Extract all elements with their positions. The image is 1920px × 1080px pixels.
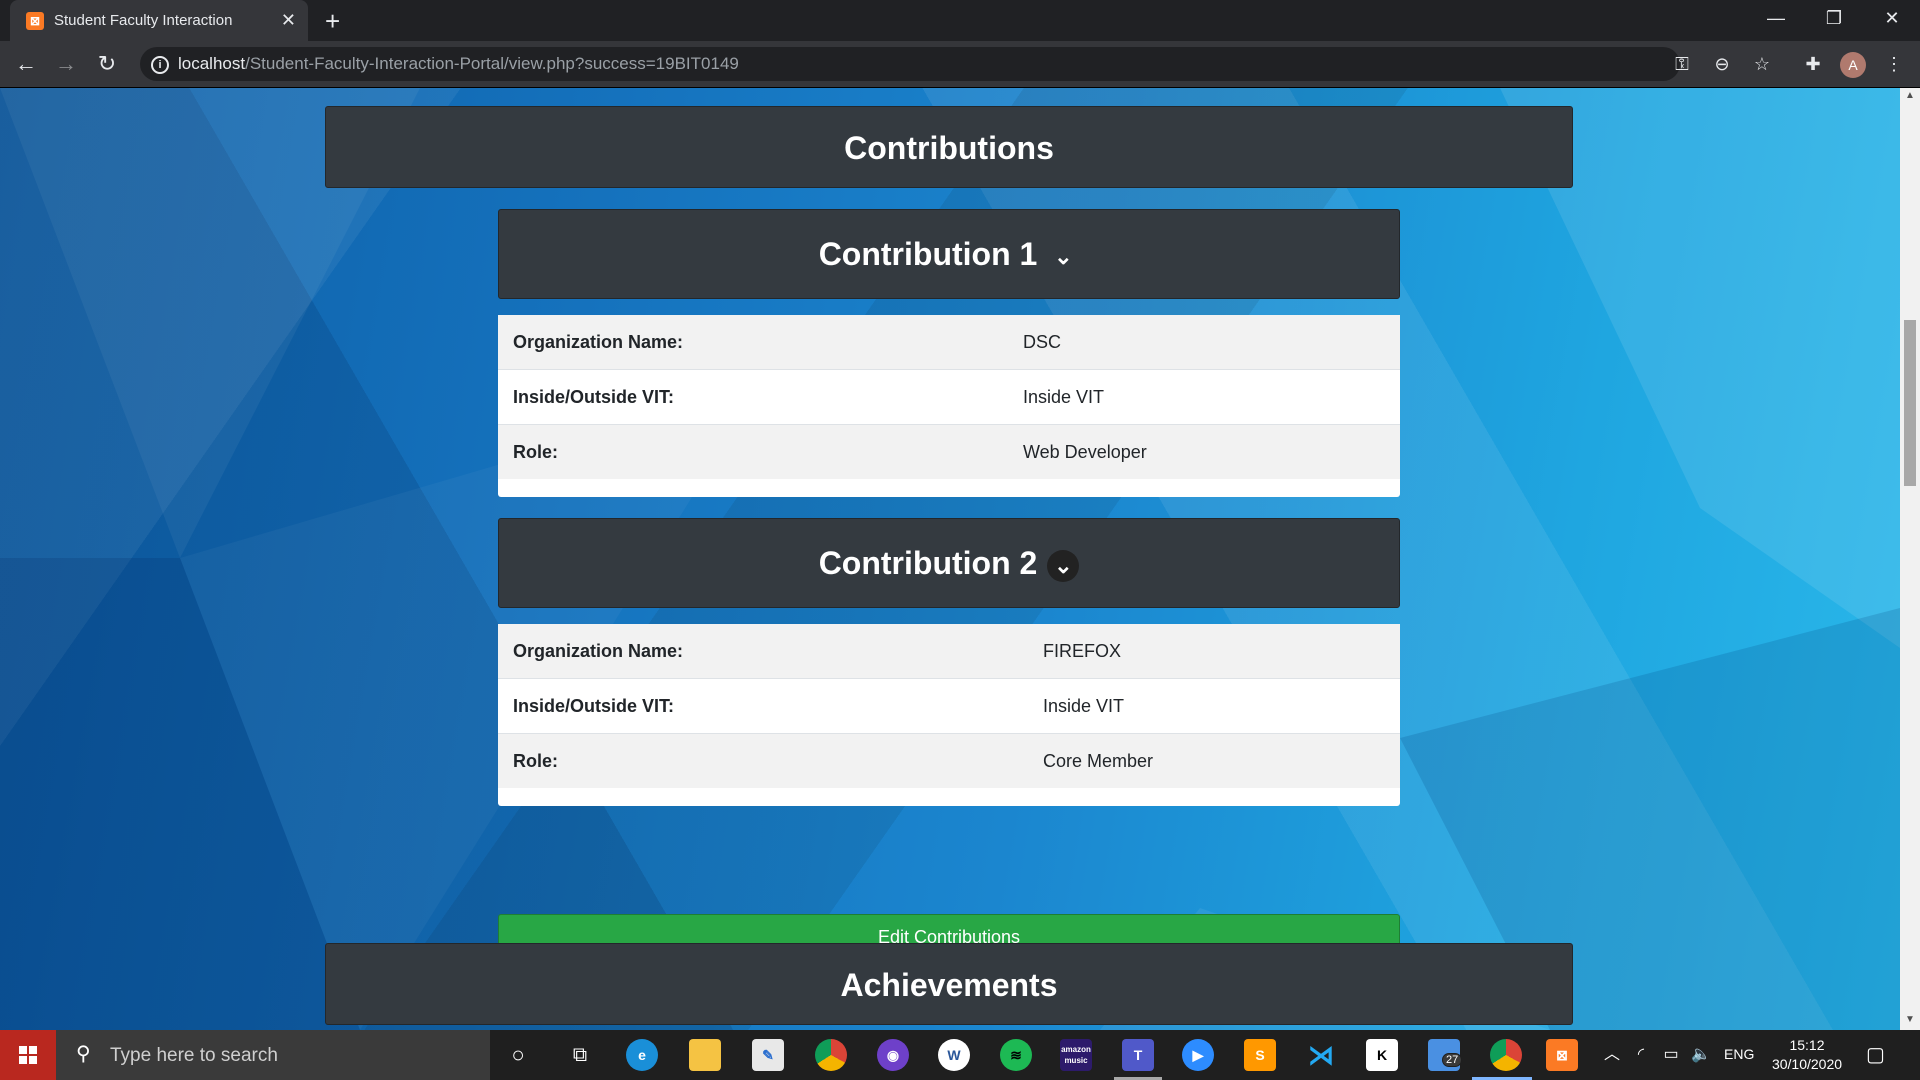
- sublime-icon[interactable]: S: [1244, 1039, 1276, 1071]
- row-value: Inside VIT: [1023, 386, 1105, 407]
- page-scrollbar[interactable]: ▲ ▼: [1900, 88, 1920, 1030]
- table-row: Inside/Outside VIT: Inside VIT: [498, 370, 1400, 425]
- profile-avatar[interactable]: A: [1840, 52, 1866, 78]
- contribution-2-table: Organization Name: FIREFOX Inside/Outsid…: [498, 624, 1400, 806]
- chrome-profile-icon[interactable]: [1490, 1039, 1522, 1071]
- chrome-icon[interactable]: [815, 1039, 847, 1071]
- row-label: Role:: [513, 750, 558, 771]
- github-icon[interactable]: ◉: [877, 1039, 909, 1071]
- xampp-icon[interactable]: ⊠: [1546, 1039, 1578, 1071]
- browser-tab-active[interactable]: ⊠ Student Faculty Interaction ✕: [10, 0, 308, 41]
- site-info-icon[interactable]: i: [151, 56, 169, 74]
- table-row: Organization Name: FIREFOX: [498, 624, 1400, 679]
- tray-chevron-up-icon[interactable]: ︿: [1604, 1044, 1620, 1066]
- language-indicator[interactable]: ENG: [1724, 1046, 1754, 1062]
- tab-title: Student Faculty Interaction: [54, 12, 233, 29]
- new-tab-button[interactable]: +: [325, 6, 340, 36]
- file-explorer-icon[interactable]: [689, 1039, 721, 1071]
- notification-icon[interactable]: ▢: [1866, 1042, 1885, 1067]
- clock-time: 15:12: [1789, 1037, 1825, 1053]
- contributions-title: Contributions: [325, 106, 1573, 188]
- taskbar-search[interactable]: ⚲ Type here to search: [56, 1030, 490, 1080]
- scroll-thumb[interactable]: [1904, 320, 1916, 486]
- row-label: Organization Name:: [513, 331, 684, 352]
- contribution-2-title: Contribution 2: [818, 545, 1038, 581]
- row-value: FIREFOX: [1043, 640, 1122, 661]
- bookmark-star-icon[interactable]: ☆: [1749, 53, 1775, 75]
- xampp-favicon-icon: ⊠: [26, 12, 44, 30]
- scroll-down-icon[interactable]: ▼: [1905, 1014, 1915, 1025]
- chevron-down-icon[interactable]: ⌄: [1047, 241, 1079, 273]
- zoom-icon[interactable]: ⊖: [1709, 53, 1735, 75]
- clock-date: 30/10/2020: [1771, 1056, 1843, 1072]
- table-row: Organization Name: DSC: [498, 315, 1400, 370]
- vscode-icon[interactable]: ⋊: [1305, 1039, 1337, 1071]
- cortana-icon[interactable]: ○: [502, 1039, 534, 1071]
- scroll-up-icon[interactable]: ▲: [1905, 90, 1915, 101]
- spotify-icon[interactable]: ≋: [1000, 1039, 1032, 1071]
- edge-icon[interactable]: e: [626, 1039, 658, 1071]
- browser-toolbar: ← → ↻ i localhost/Student-Faculty-Intera…: [0, 41, 1920, 88]
- amazon-music-icon[interactable]: amazon music: [1060, 1039, 1092, 1071]
- url-path: /Student-Faculty-Interaction-Portal/view…: [245, 54, 739, 73]
- battery-icon[interactable]: ▭: [1660, 1044, 1682, 1066]
- key-icon[interactable]: ⚿: [1669, 53, 1695, 75]
- address-bar[interactable]: i localhost/Student-Faculty-Interaction-…: [140, 47, 1770, 81]
- row-label: Inside/Outside VIT:: [513, 695, 675, 716]
- notepad-icon[interactable]: ✎: [752, 1039, 784, 1071]
- table-row: Role: Web Developer: [498, 425, 1400, 479]
- task-view-icon[interactable]: ⧉: [564, 1039, 596, 1071]
- search-placeholder: Type here to search: [110, 1045, 278, 1066]
- browser-tab-strip: ⊠ Student Faculty Interaction ✕ + — ❐ ✕: [0, 0, 1920, 41]
- search-icon: ⚲: [76, 1043, 91, 1065]
- restore-button[interactable]: ❐: [1814, 6, 1854, 30]
- url-host: localhost: [178, 54, 246, 73]
- close-window-button[interactable]: ✕: [1872, 6, 1912, 30]
- windows-taskbar: ⚲ Type here to search ○ ⧉ e ✎ ◉ W ≋ amaz…: [0, 1030, 1920, 1080]
- start-button[interactable]: [0, 1030, 56, 1080]
- kotlin-icon[interactable]: K: [1366, 1039, 1398, 1071]
- row-value: DSC: [1023, 331, 1062, 352]
- row-label: Inside/Outside VIT:: [513, 386, 675, 407]
- volume-icon[interactable]: 🔈: [1690, 1044, 1712, 1066]
- wifi-icon[interactable]: ◜: [1632, 1044, 1650, 1066]
- forward-arrow-icon[interactable]: →: [52, 51, 80, 77]
- page-viewport: Contributions Contribution 1 ⌄ Organizati…: [0, 88, 1900, 1030]
- clock[interactable]: 15:12 30/10/2020: [1762, 1036, 1852, 1074]
- row-label: Organization Name:: [513, 640, 684, 661]
- row-value: Core Member: [1043, 750, 1154, 771]
- url-text[interactable]: localhost/Student-Faculty-Interaction-Po…: [178, 54, 739, 74]
- reload-icon[interactable]: ↻: [93, 51, 121, 77]
- row-value: Inside VIT: [1043, 695, 1125, 716]
- windows-logo-icon: [19, 1046, 37, 1064]
- table-row: Role: Core Member: [498, 734, 1400, 788]
- contribution-1-title: Contribution 1: [818, 236, 1038, 272]
- word-icon[interactable]: W: [938, 1039, 970, 1071]
- menu-kebab-icon[interactable]: ⋮: [1880, 52, 1908, 76]
- teams-icon[interactable]: T: [1122, 1039, 1154, 1071]
- extensions-puzzle-icon[interactable]: ✚: [1799, 52, 1827, 76]
- minimize-button[interactable]: —: [1756, 6, 1796, 30]
- achievements-title: Achievements: [325, 943, 1573, 1025]
- tab-close-icon[interactable]: ✕: [281, 10, 296, 30]
- zoom-icon[interactable]: ▶: [1182, 1039, 1214, 1071]
- row-label: Role:: [513, 441, 558, 462]
- row-value: Web Developer: [1023, 441, 1147, 462]
- unread-badge: 27: [1442, 1053, 1463, 1067]
- contribution-1-header[interactable]: Contribution 1 ⌄: [498, 209, 1400, 299]
- contribution-1-table: Organization Name: DSC Inside/Outside VI…: [498, 315, 1400, 497]
- chevron-down-icon[interactable]: ⌄: [1047, 549, 1080, 582]
- contribution-2-header[interactable]: Contribution 2 ⌄: [498, 518, 1400, 608]
- back-arrow-icon[interactable]: ←: [12, 51, 40, 77]
- table-row: Inside/Outside VIT: Inside VIT: [498, 679, 1400, 734]
